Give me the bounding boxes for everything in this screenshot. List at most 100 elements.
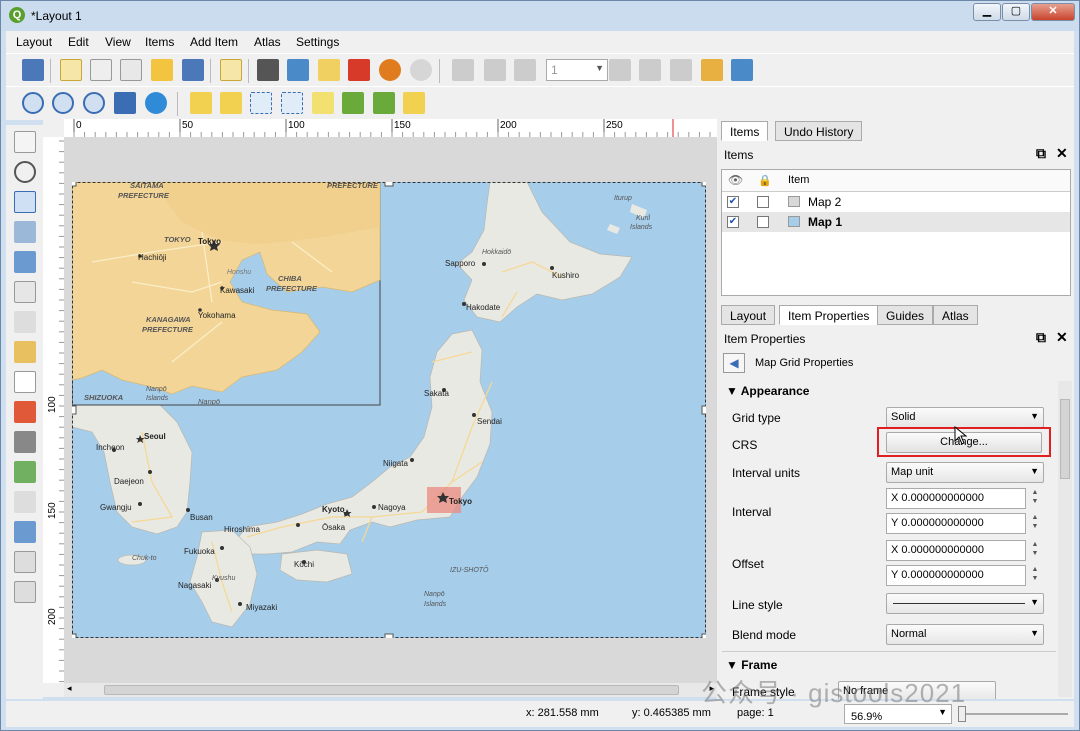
group-items-icon[interactable] — [250, 92, 272, 114]
unlock-items-icon[interactable] — [220, 92, 242, 114]
atlas-settings-icon[interactable] — [731, 59, 753, 81]
zoom-actual-icon[interactable] — [83, 92, 105, 114]
interval-y-input[interactable]: Y 0.000000000000 — [886, 513, 1026, 534]
minimize-button[interactable]: ▁ — [973, 3, 1001, 21]
add-shape-icon[interactable] — [14, 461, 36, 483]
add-node-item-icon[interactable] — [14, 521, 36, 543]
lock-checkbox[interactable] — [757, 216, 769, 228]
menu-items[interactable]: Items — [145, 35, 174, 49]
tab-guides[interactable]: Guides — [877, 305, 934, 325]
zoom-full-icon[interactable] — [114, 92, 136, 114]
visibility-checkbox[interactable]: ✔ — [727, 196, 739, 208]
grid-type-select[interactable]: Solid ▼ — [886, 407, 1044, 428]
atlas-preview-icon[interactable] — [452, 59, 474, 81]
menu-view[interactable]: View — [105, 35, 131, 49]
interval-y-stepper[interactable]: ▲ ▼ — [1028, 513, 1042, 533]
add-attribute-table-icon[interactable] — [14, 581, 36, 603]
tab-items[interactable]: Items — [721, 121, 769, 141]
table-row[interactable]: ✔ Map 2 — [722, 192, 1070, 212]
move-content-icon[interactable] — [14, 221, 36, 243]
interval-x-input[interactable]: X 0.000000000000 — [886, 488, 1026, 509]
close-dock-icon[interactable]: ✕ — [1056, 145, 1068, 162]
add-3d-map-icon[interactable] — [14, 311, 36, 333]
distribute-items-icon[interactable] — [373, 92, 395, 114]
print-atlas-icon[interactable] — [670, 59, 692, 81]
scroll-left-icon[interactable]: ◂ — [67, 683, 72, 694]
zoom-tool-icon[interactable] — [14, 161, 36, 183]
refresh-icon[interactable] — [145, 92, 167, 114]
export-atlas-icon[interactable] — [701, 59, 723, 81]
add-html-icon[interactable] — [14, 551, 36, 573]
tab-item-properties[interactable]: Item Properties — [779, 305, 879, 325]
tab-layout[interactable]: Layout — [721, 305, 776, 325]
add-scalebar-icon[interactable] — [14, 431, 36, 453]
tab-undo-history[interactable]: Undo History — [775, 121, 863, 141]
back-button[interactable]: ◀ — [723, 353, 745, 373]
next-feature-icon[interactable] — [609, 59, 631, 81]
tab-atlas[interactable]: Atlas — [933, 305, 978, 325]
menu-layout[interactable]: Layout — [16, 35, 52, 49]
pan-tool-icon[interactable] — [14, 131, 36, 153]
ungroup-items-icon[interactable] — [281, 92, 303, 114]
new-layout-icon[interactable] — [60, 59, 82, 81]
close-button[interactable]: ✕ — [1031, 3, 1075, 21]
float-dock-icon[interactable]: ⧉ — [1036, 329, 1046, 346]
interval-x-stepper[interactable]: ▲ ▼ — [1028, 488, 1042, 508]
atlas-page-field[interactable]: 1 ▼ — [546, 59, 608, 81]
export-image-icon[interactable] — [287, 59, 309, 81]
add-picture-icon[interactable] — [14, 341, 36, 363]
select-move-tool-icon[interactable] — [14, 191, 36, 213]
offset-x-input[interactable]: X 0.000000000000 — [886, 540, 1026, 561]
export-pdf-icon[interactable] — [348, 59, 370, 81]
maximize-button[interactable]: ▢ — [1002, 3, 1030, 21]
last-feature-icon[interactable] — [639, 59, 661, 81]
menu-settings[interactable]: Settings — [296, 35, 339, 49]
close-dock-icon[interactable]: ✕ — [1056, 329, 1068, 346]
map-item[interactable]: Sapporo Kushiro Hokkaidō Hakodate Sakata… — [67, 177, 711, 643]
align-items-icon[interactable] — [342, 92, 364, 114]
blend-mode-select[interactable]: Normal ▼ — [886, 624, 1044, 645]
layout-canvas[interactable]: Sapporo Kushiro Hokkaidō Hakodate Sakata… — [64, 137, 717, 683]
add-label-icon[interactable] — [14, 371, 36, 393]
add-pages-icon[interactable] — [220, 59, 242, 81]
lock-checkbox[interactable] — [757, 196, 769, 208]
duplicate-layout-icon[interactable] — [90, 59, 112, 81]
add-legend-icon[interactable] — [14, 401, 36, 423]
previous-feature-icon[interactable] — [514, 59, 536, 81]
menu-edit[interactable]: Edit — [68, 35, 89, 49]
resize-items-icon[interactable] — [403, 92, 425, 114]
line-style-button[interactable]: ▼ — [886, 593, 1044, 614]
offset-y-stepper[interactable]: ▲ ▼ — [1028, 565, 1042, 585]
menu-add-item[interactable]: Add Item — [190, 35, 238, 49]
add-map-icon[interactable] — [14, 281, 36, 303]
first-feature-icon[interactable] — [484, 59, 506, 81]
interval-units-select[interactable]: Map unit ▼ — [886, 462, 1044, 483]
props-scroll-thumb[interactable] — [1060, 399, 1070, 479]
scroll-thumb[interactable] — [104, 685, 679, 695]
undo-icon[interactable] — [379, 59, 401, 81]
offset-y-input[interactable]: Y 0.000000000000 — [886, 565, 1026, 586]
visibility-checkbox[interactable]: ✔ — [727, 216, 739, 228]
props-scrollbar[interactable] — [1058, 381, 1072, 697]
raise-items-icon[interactable] — [312, 92, 334, 114]
add-arrow-icon[interactable] — [14, 491, 36, 513]
horizontal-scrollbar[interactable]: ◂ ▸ — [64, 683, 717, 697]
print-icon[interactable] — [257, 59, 279, 81]
zoom-out-icon[interactable] — [52, 92, 74, 114]
save-template-icon[interactable] — [182, 59, 204, 81]
layout-manager-icon[interactable] — [120, 59, 142, 81]
zoom-slider[interactable] — [958, 713, 1068, 715]
lock-items-icon[interactable] — [190, 92, 212, 114]
inset-map[interactable]: SAITAMA PREFECTURE PREFECTURE TOKYO Nanp… — [71, 181, 381, 406]
export-svg-icon[interactable] — [318, 59, 340, 81]
zoom-in-icon[interactable] — [22, 92, 44, 114]
frame-group-header[interactable]: ▼ Frame — [726, 658, 777, 672]
appearance-group-header[interactable]: ▼ Appearance — [726, 384, 809, 398]
float-dock-icon[interactable]: ⧉ — [1036, 145, 1046, 162]
redo-icon[interactable] — [410, 59, 432, 81]
offset-x-stepper[interactable]: ▲ ▼ — [1028, 540, 1042, 560]
table-row[interactable]: ✔ Map 1 — [722, 212, 1070, 232]
edit-nodes-icon[interactable] — [14, 251, 36, 273]
menu-atlas[interactable]: Atlas — [254, 35, 281, 49]
open-template-icon[interactable] — [151, 59, 173, 81]
